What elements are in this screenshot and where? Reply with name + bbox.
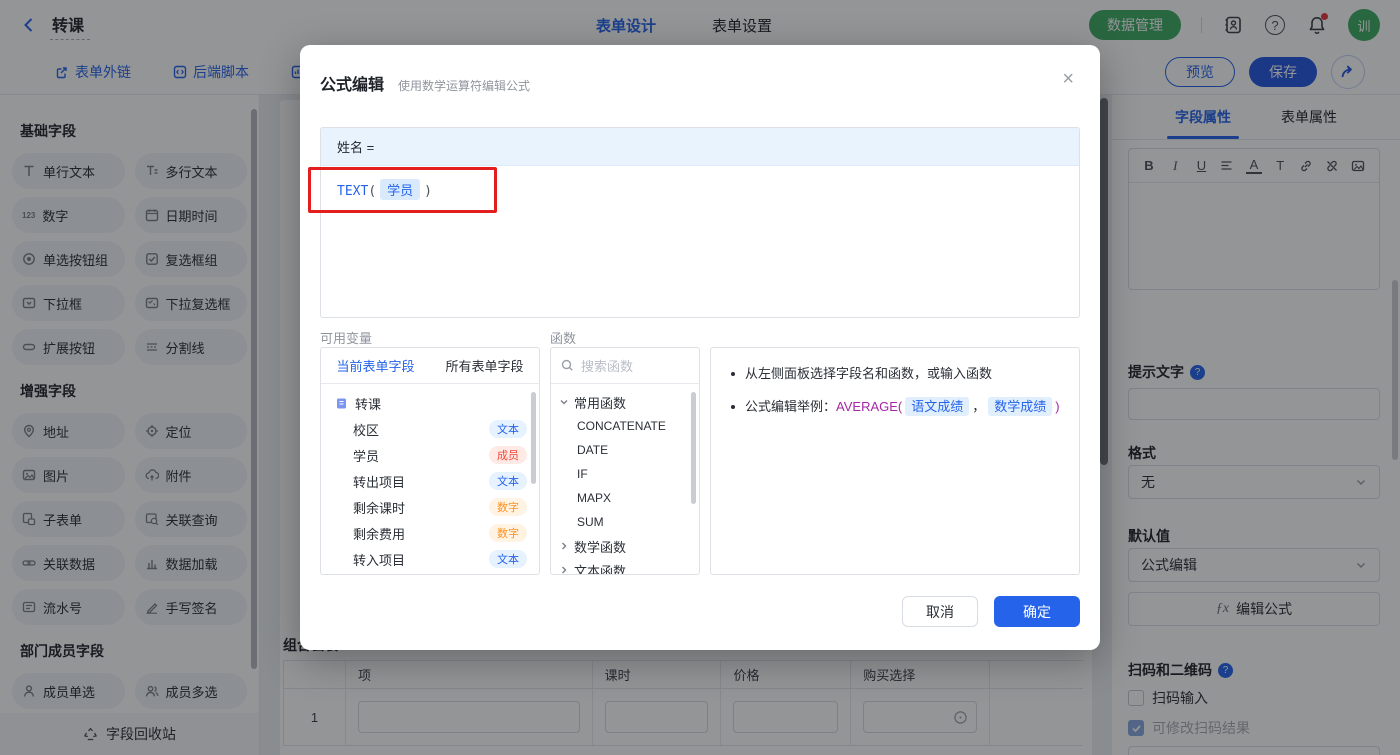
variable-row[interactable]: 校区 文本 xyxy=(321,416,539,442)
variables-scrollbar[interactable] xyxy=(531,392,536,484)
type-badge: 文本 xyxy=(489,472,527,490)
type-badge: 文本 xyxy=(489,550,527,568)
modal-footer: 取消 确定 xyxy=(902,596,1080,627)
variables-tabs: 当前表单字段 所有表单字段 xyxy=(321,348,539,384)
chevron-right-icon xyxy=(562,566,567,574)
function-item[interactable]: CONCATENATE xyxy=(551,414,699,438)
variable-row[interactable]: 转入项目 文本 xyxy=(321,546,539,572)
variables-panel: 当前表单字段 所有表单字段 转课 校区 文本 学员 成员 转出项目 文本 剩余课时 数字… xyxy=(320,347,540,575)
function-item[interactable]: MAPX xyxy=(551,486,699,510)
variables-tree: 转课 校区 文本 学员 成员 转出项目 文本 剩余课时 数字 剩余费用 数字 转入项目 文本 xyxy=(321,384,539,572)
variable-row[interactable]: 剩余课时 数字 xyxy=(321,494,539,520)
search-icon xyxy=(561,359,573,371)
tree-root-form[interactable]: 转课 xyxy=(321,390,539,416)
formula-function: TEXT xyxy=(337,184,369,199)
field-chip[interactable]: 学员 xyxy=(380,179,421,200)
functions-scrollbar[interactable] xyxy=(691,392,696,504)
type-badge: 数字 xyxy=(489,524,527,542)
bullet-dot xyxy=(731,404,735,409)
function-item[interactable]: DATE xyxy=(551,438,699,462)
function-item[interactable]: SUM xyxy=(551,510,699,534)
example-function: AVERAGE( xyxy=(836,398,903,414)
search-placeholder: 搜索函数 xyxy=(581,359,634,374)
function-group-common[interactable]: 常用函数 xyxy=(551,390,699,414)
close-icon[interactable]: × xyxy=(1062,69,1074,89)
functions-section-label: 函数 xyxy=(550,331,577,346)
modal-header: 公式编辑 使用数学运算符编辑公式 xyxy=(300,45,1100,95)
function-search[interactable]: 搜索函数 xyxy=(551,348,699,384)
cancel-button[interactable]: 取消 xyxy=(902,596,978,627)
form-doc-icon xyxy=(337,398,346,408)
variable-row[interactable]: 转出项目 文本 xyxy=(321,468,539,494)
variables-section-label: 可用变量 xyxy=(320,331,373,346)
type-badge: 数字 xyxy=(489,498,527,516)
tab-current-form-fields[interactable]: 当前表单字段 xyxy=(321,356,430,375)
type-badge: 文本 xyxy=(489,420,527,438)
formula-input-area[interactable]: TEXT(学员) xyxy=(321,166,1079,317)
chevron-right-icon xyxy=(562,542,567,550)
type-badge: 成员 xyxy=(489,446,527,464)
app-root: 转课 表单设计 表单设置 数据管理 ? 训 表单外链 后端脚本 预览 保存 基础… xyxy=(0,0,1400,755)
function-item[interactable]: IF xyxy=(551,462,699,486)
formula-editor: 姓名 = TEXT(学员) xyxy=(320,127,1080,318)
formula-edit-modal: 公式编辑 使用数学运算符编辑公式 × 姓名 = TEXT(学员) 可用变量 函数… xyxy=(300,45,1100,650)
tip-line-2: 公式编辑举例：AVERAGE(语文成绩，数学成绩) xyxy=(729,396,1061,416)
formula-target: 姓名 = xyxy=(321,128,1079,166)
tip-line-1: 从左侧面板选择字段名和函数，或输入函数 xyxy=(729,364,1061,384)
function-group-text[interactable]: 文本函数 xyxy=(551,558,699,574)
tips-panel: 从左侧面板选择字段名和函数，或输入函数 公式编辑举例：AVERAGE(语文成绩，… xyxy=(710,347,1080,575)
tab-all-form-fields[interactable]: 所有表单字段 xyxy=(430,356,539,375)
variable-row[interactable]: 学员 成员 xyxy=(321,442,539,468)
chevron-down-icon xyxy=(560,400,568,405)
example-chip: 语文成绩 xyxy=(905,396,970,416)
modal-subtitle: 使用数学运算符编辑公式 xyxy=(398,79,531,93)
example-chip: 数学成绩 xyxy=(988,396,1053,416)
bullet-dot xyxy=(731,372,735,376)
functions-tree: 常用函数 CONCATENATE DATE IF MAPX SUM 数学函数 文… xyxy=(551,384,699,574)
confirm-button[interactable]: 确定 xyxy=(994,596,1080,627)
functions-panel: 搜索函数 常用函数 CONCATENATE DATE IF MAPX SUM 数… xyxy=(550,347,700,575)
variable-row[interactable]: 剩余费用 数字 xyxy=(321,520,539,546)
function-group-math[interactable]: 数学函数 xyxy=(551,534,699,558)
modal-title: 公式编辑 xyxy=(320,77,385,94)
